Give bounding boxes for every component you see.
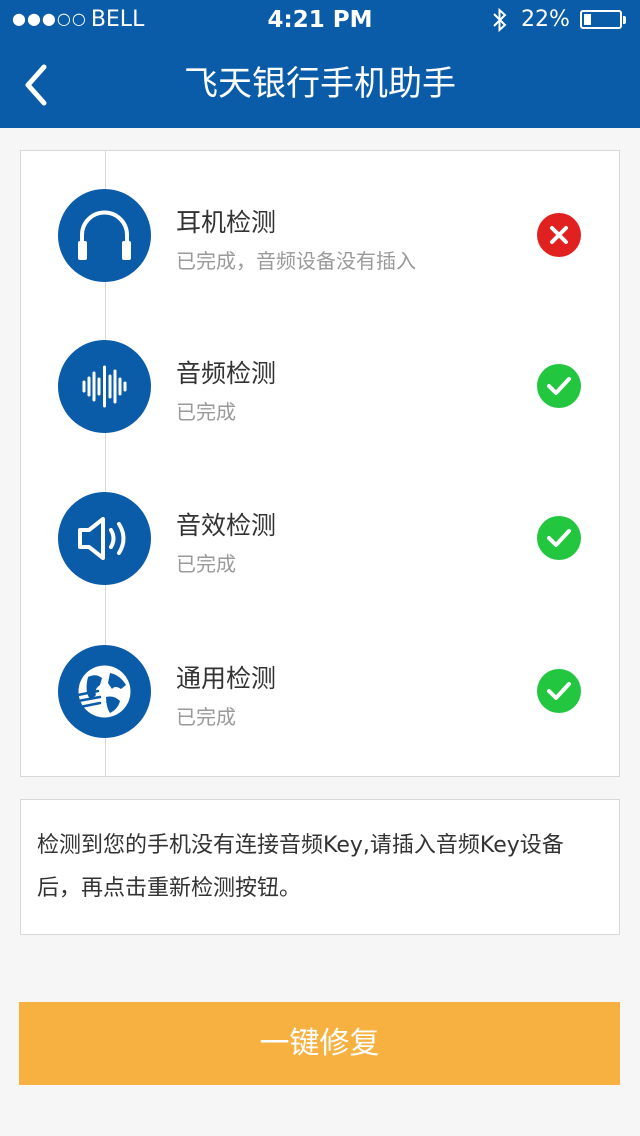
detection-panel: 耳机检测 已完成，音频设备没有插入 音频检测 已完成 音效检测 已完成 通用检测… bbox=[20, 150, 620, 777]
general-check-icon-circle bbox=[58, 645, 151, 738]
check-title: 音效检测 bbox=[176, 511, 277, 540]
battery-icon bbox=[580, 10, 626, 29]
globe-icon bbox=[76, 665, 131, 718]
status-ok-badge bbox=[537, 364, 581, 408]
page-title: 飞天银行手机助手 bbox=[184, 64, 456, 104]
check-title: 通用检测 bbox=[176, 664, 277, 693]
battery-level bbox=[584, 14, 591, 25]
check-row-headphone[interactable]: 耳机检测 已完成，音频设备没有插入 bbox=[21, 189, 619, 289]
check-icon bbox=[547, 377, 571, 395]
check-row-audio[interactable]: 音频检测 已完成 bbox=[21, 340, 619, 440]
headphones-icon bbox=[78, 210, 131, 260]
status-ok-badge bbox=[537, 516, 581, 560]
headphone-check-icon-circle bbox=[58, 189, 151, 282]
status-fail-badge bbox=[537, 213, 581, 257]
check-subtitle: 已完成，音频设备没有插入 bbox=[176, 249, 416, 273]
speaker-icon bbox=[78, 517, 126, 560]
check-title: 音频检测 bbox=[176, 359, 277, 388]
battery-percent: 22% bbox=[521, 7, 570, 32]
cross-icon bbox=[550, 226, 568, 244]
one-click-fix-button[interactable]: 一键修复 bbox=[19, 1002, 620, 1085]
audio-check-icon-circle bbox=[58, 340, 151, 433]
app-header: ●●●○○ BELL 4:21 PM 22% 飞天银行手机助手 bbox=[0, 0, 640, 128]
bluetooth-icon bbox=[493, 7, 507, 33]
check-title: 耳机检测 bbox=[176, 208, 277, 237]
battery-nub bbox=[623, 16, 626, 24]
check-subtitle: 已完成 bbox=[176, 705, 236, 729]
check-subtitle: 已完成 bbox=[176, 552, 236, 576]
status-ok-badge bbox=[537, 669, 581, 713]
check-row-general[interactable]: 通用检测 已完成 bbox=[21, 645, 619, 745]
sound-effect-check-icon-circle bbox=[58, 492, 151, 585]
status-bar: ●●●○○ BELL 4:21 PM 22% bbox=[0, 0, 640, 40]
audio-waveform-icon bbox=[82, 365, 127, 408]
check-icon bbox=[547, 682, 571, 700]
check-icon bbox=[547, 529, 571, 547]
diagnosis-message: 检测到您的手机没有连接音频Key,请插入音频Key设备后，再点击重新检测按钮。 bbox=[20, 799, 620, 935]
check-subtitle: 已完成 bbox=[176, 400, 236, 424]
check-row-sound-effect[interactable]: 音效检测 已完成 bbox=[21, 492, 619, 592]
